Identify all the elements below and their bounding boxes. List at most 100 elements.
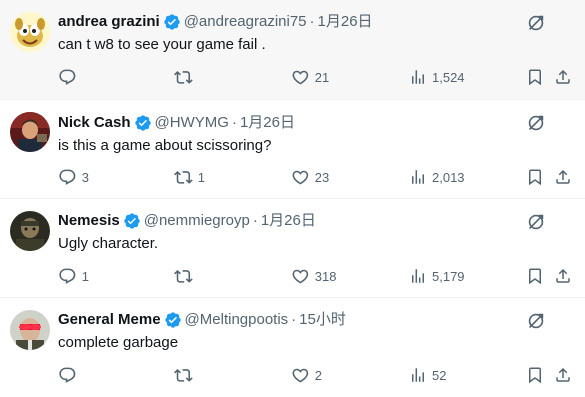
like-button[interactable]: 23: [291, 167, 329, 187]
bar-chart-icon: [412, 70, 424, 84]
views-button[interactable]: 1,524: [409, 67, 465, 87]
bookmark-button[interactable]: [526, 167, 544, 187]
author-handle[interactable]: @nemmiegroyp: [144, 211, 250, 231]
action-bar: 21 1,524: [58, 67, 585, 87]
heart-icon: [292, 170, 309, 185]
separator-dot: ·: [231, 114, 237, 131]
separator-dot: ·: [252, 212, 258, 229]
views-button[interactable]: 5,179: [409, 266, 465, 286]
timestamp[interactable]: 1月26日: [240, 113, 295, 133]
view-count: 52: [432, 367, 447, 383]
retweet-arrows-icon: [174, 170, 193, 184]
separator-dot: ·: [309, 13, 315, 30]
retweet-count: 1: [197, 169, 205, 185]
retweet-button[interactable]: 1: [174, 167, 205, 187]
retweet-button[interactable]: [174, 365, 198, 385]
bookmark-button[interactable]: [526, 67, 544, 87]
retweet-arrows-icon: [174, 269, 193, 283]
action-bar: 1 318 5,179: [58, 266, 585, 286]
grok-slash-icon[interactable]: [525, 310, 547, 332]
action-bar: 2 52: [58, 365, 585, 385]
verified-badge-icon: [164, 311, 182, 329]
timestamp[interactable]: 1月26日: [318, 12, 373, 32]
reply-count: 1: [81, 268, 89, 284]
share-button[interactable]: [554, 67, 572, 87]
like-button[interactable]: 318: [291, 266, 336, 286]
share-button[interactable]: [554, 167, 572, 187]
view-count: 2,013: [432, 169, 465, 185]
bar-chart-icon: [412, 269, 424, 283]
reply-button[interactable]: 3: [58, 167, 89, 187]
reply-button[interactable]: [58, 67, 82, 87]
bar-chart-icon: [412, 368, 424, 382]
timestamp[interactable]: 15小时: [299, 310, 346, 330]
retweet-arrows-icon: [174, 70, 193, 84]
avatar-nick-cash[interactable]: [10, 112, 50, 152]
share-upload-icon: [556, 268, 570, 283]
reply-item[interactable]: Nick Cash @HWYMG · 1月26日 is this a game …: [0, 100, 585, 199]
bookmark-icon: [529, 268, 541, 285]
action-bar: 3 1 23 2,013: [58, 167, 585, 187]
author-name[interactable]: Nick Cash: [58, 113, 131, 133]
speech-bubble-icon: [59, 268, 76, 284]
reply-count: 3: [81, 169, 89, 185]
views-button[interactable]: 52: [409, 365, 446, 385]
bookmark-icon: [529, 367, 541, 384]
grok-slash-icon[interactable]: [525, 112, 547, 134]
share-button[interactable]: [554, 365, 572, 385]
like-count: 23: [314, 169, 330, 185]
reply-item[interactable]: Nemesis @nemmiegroyp · 1月26日 Ugly charac…: [0, 199, 585, 298]
speech-bubble-icon: [59, 367, 76, 383]
speech-bubble-icon: [59, 169, 76, 185]
like-count: 318: [314, 268, 337, 284]
retweet-button[interactable]: [174, 67, 198, 87]
reply-item[interactable]: andrea grazini @andreagrazini75 · 1月26日 …: [0, 0, 585, 100]
author-handle[interactable]: @Meltingpootis: [185, 310, 289, 330]
grok-slash-icon[interactable]: [525, 211, 547, 233]
speech-bubble-icon: [59, 69, 76, 85]
retweet-button[interactable]: [174, 266, 198, 286]
bookmark-icon: [529, 169, 541, 186]
avatar-nemesis[interactable]: [10, 211, 50, 251]
reply-text: complete garbage: [58, 334, 179, 351]
bar-chart-icon: [412, 170, 424, 184]
views-button[interactable]: 2,013: [409, 167, 465, 187]
reply-button[interactable]: 1: [58, 266, 89, 286]
like-count: 21: [314, 69, 330, 85]
avatar-andrea-grazini[interactable]: [10, 12, 50, 52]
share-button[interactable]: [554, 266, 572, 286]
bookmark-button[interactable]: [526, 266, 544, 286]
heart-icon: [292, 269, 309, 284]
verified-badge-icon: [123, 212, 141, 230]
timestamp[interactable]: 1月26日: [261, 211, 316, 231]
retweet-arrows-icon: [174, 368, 193, 382]
reply-button[interactable]: [58, 365, 82, 385]
share-upload-icon: [556, 367, 570, 382]
like-button[interactable]: 2: [291, 365, 322, 385]
author-name[interactable]: General Meme: [58, 310, 161, 330]
reply-header: Nick Cash @HWYMG · 1月26日: [58, 113, 569, 133]
reply-header: Nemesis @nemmiegroyp · 1月26日: [58, 211, 569, 231]
reply-text: is this a game about scissoring?: [58, 137, 272, 154]
author-handle[interactable]: @andreagrazini75: [184, 12, 307, 32]
reply-text: Ugly character.: [58, 235, 159, 252]
author-name[interactable]: andrea grazini: [58, 12, 160, 32]
verified-badge-icon: [163, 13, 181, 31]
view-count: 5,179: [432, 268, 465, 284]
avatar-general-meme[interactable]: [10, 310, 50, 350]
author-name[interactable]: Nemesis: [58, 211, 120, 231]
heart-icon: [292, 368, 309, 383]
reply-feed: andrea grazini @andreagrazini75 · 1月26日 …: [0, 0, 585, 397]
bookmark-icon: [529, 69, 541, 86]
grok-slash-icon[interactable]: [525, 12, 547, 34]
share-upload-icon: [556, 169, 570, 184]
like-button[interactable]: 21: [291, 67, 329, 87]
reply-item[interactable]: General Meme @Meltingpootis · 15小时 compl…: [0, 298, 585, 397]
author-handle[interactable]: @HWYMG: [155, 113, 229, 133]
share-upload-icon: [556, 69, 570, 84]
bookmark-button[interactable]: [526, 365, 544, 385]
view-count: 1,524: [432, 69, 465, 85]
reply-text: can t w8 to see your game fail .: [58, 36, 266, 53]
reply-header: andrea grazini @andreagrazini75 · 1月26日: [58, 12, 569, 32]
verified-badge-icon: [134, 114, 152, 132]
